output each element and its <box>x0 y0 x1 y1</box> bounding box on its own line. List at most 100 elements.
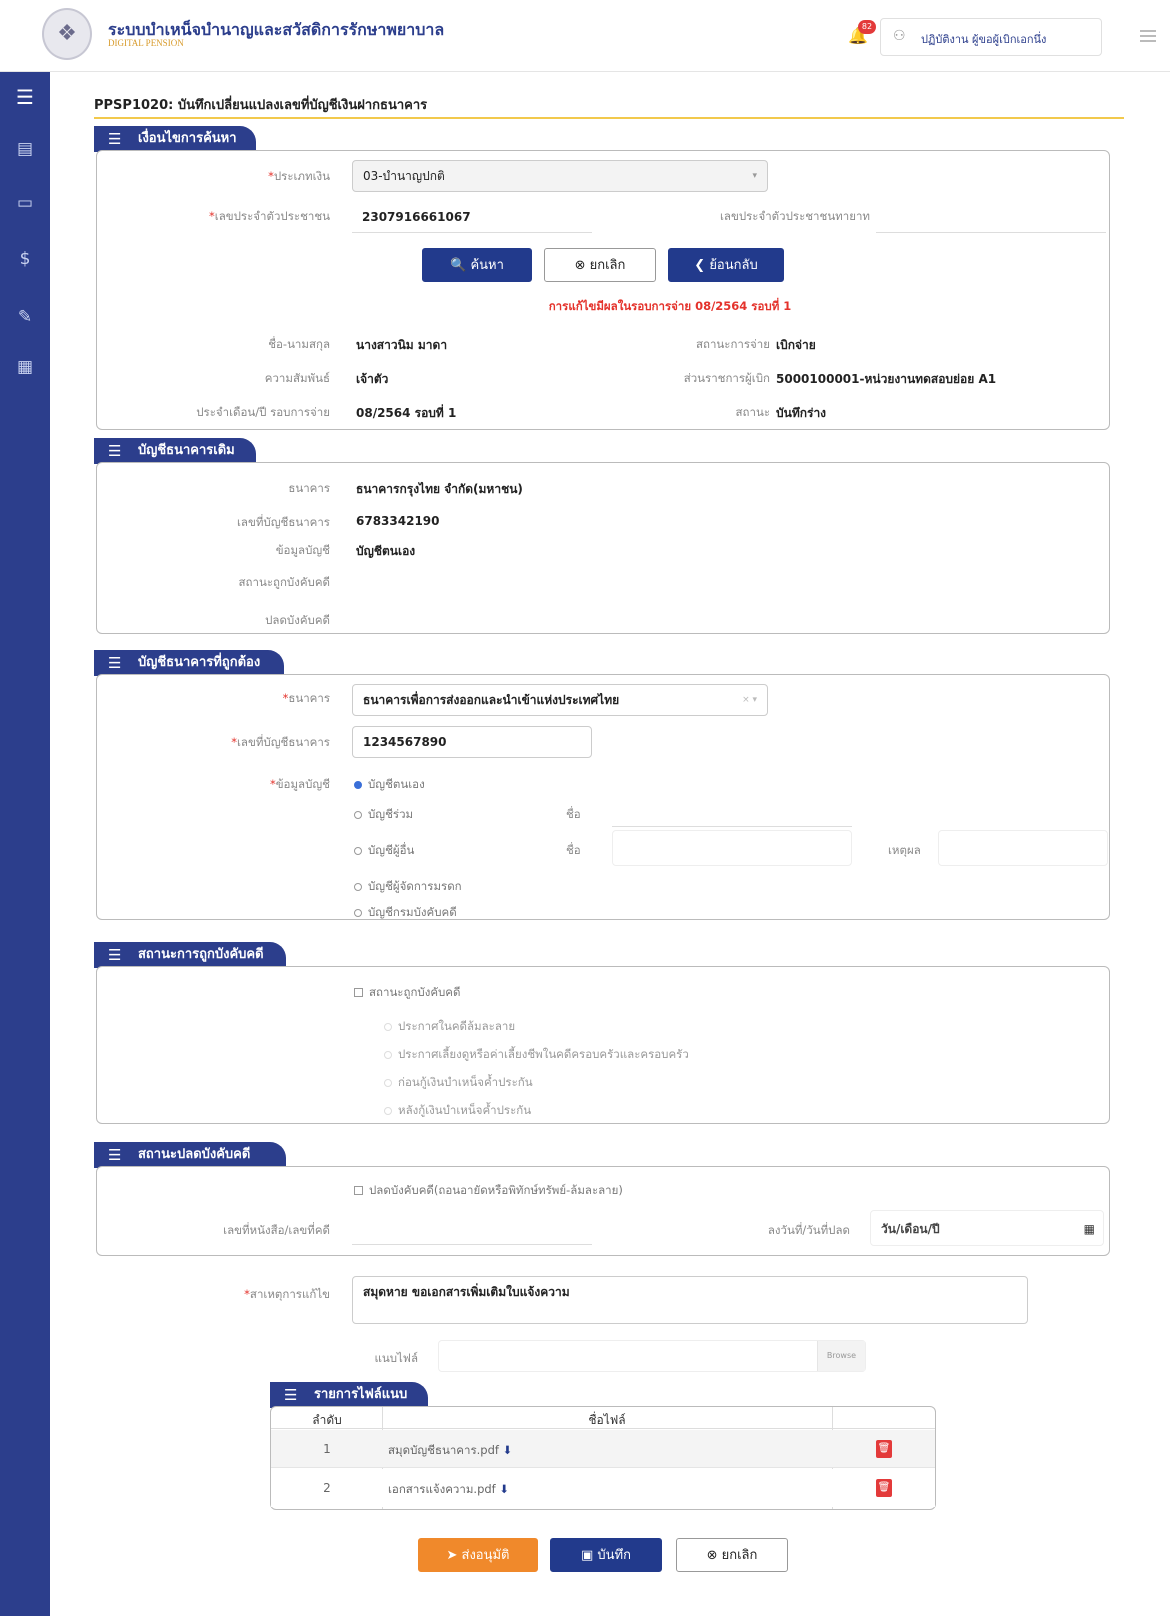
new-acc-type-label: *ข้อมูลบัญชี <box>269 777 330 791</box>
sidebar: ☰ ▤ ▭ $ ✎ ▦ <box>0 72 50 1616</box>
notification-badge: 82 <box>858 20 876 34</box>
list-icon: ☰ <box>108 1146 122 1164</box>
release-checkbox[interactable]: ปลดบังคับคดี(ถอนอายัดหรือพิทักษ์ทรัพย์-ล… <box>354 1182 623 1200</box>
enforce-checkbox[interactable]: สถานะถูกบังคับคดี <box>354 984 460 1002</box>
pay-status-label: สถานะการจ่าย <box>695 337 770 351</box>
search-button[interactable]: 🔍 ค้นหา <box>422 248 532 282</box>
list-icon: ☰ <box>108 946 122 964</box>
enforce-opt-2[interactable]: ประกาศเลี้ยงดูหรือค่าเลี้ยงชีพในคดีครอบค… <box>384 1046 689 1064</box>
browse-button[interactable]: Browse <box>817 1341 865 1371</box>
list-icon: ☰ <box>108 442 122 460</box>
radio-enforce[interactable]: บัญชีกรมบังคับคดี <box>354 904 457 922</box>
type-select[interactable]: 03-บำนาญปกติ ▾ <box>352 160 768 192</box>
old-enforce-label: สถานะถูกบังคับคดี <box>238 575 330 589</box>
cancel-button[interactable]: ⊗ ยกเลิก <box>676 1538 788 1572</box>
other-name-label: ชื่อ <box>566 843 581 857</box>
user-menu[interactable]: ⚇ ปฏิบัติงาน ผู้ขอผู้เบิกเอกนึ่ง <box>880 18 1102 56</box>
page-title: PPSP1020: บันทึกเปลี่ยนแปลงเลขที่บัญชีเง… <box>94 98 428 113</box>
date-label: ลงวันที่/วันที่ปลด <box>767 1223 850 1237</box>
file-input[interactable]: Browse <box>438 1340 866 1372</box>
enforce-opt-4[interactable]: หลังกู้เงินบำเหน็จค้ำประกัน <box>384 1102 531 1120</box>
save-icon: ▣ <box>580 1548 598 1563</box>
old-bank-label: ธนาคาร <box>288 481 330 495</box>
list-icon: ☰ <box>284 1386 298 1404</box>
unit-value: 5000100001-หน่วยงานทดสอบย่อย A1 <box>776 372 997 386</box>
card-icon[interactable]: ▭ <box>12 190 38 216</box>
old-acc-type-label: ข้อมูลบัญชี <box>275 543 330 557</box>
old-release-label: ปลดบังคับคดี <box>265 613 330 627</box>
list-icon: ☰ <box>108 654 122 672</box>
old-bank-section-header: ☰ บัญชีธนาคารเดิม <box>94 438 256 464</box>
type-label: *ประเภทเงิน <box>268 169 330 183</box>
joint-name-label: ชื่อ <box>566 807 581 821</box>
id-underline <box>352 232 592 233</box>
dashboard-icon[interactable]: ▤ <box>12 136 38 162</box>
document-icon[interactable]: ✎ <box>12 304 38 330</box>
pay-status-value: เบิกจ่าย <box>776 338 816 352</box>
title-underline <box>94 117 1124 119</box>
enforce-opt-3[interactable]: ก่อนกู้เงินบำเหน็จค้ำประกัน <box>384 1074 533 1092</box>
user-name: ปฏิบัติงาน ผู้ขอผู้เบิกเอกนึ่ง <box>921 33 1047 46</box>
enforce-section-header: ☰ สถานะการถูกบังคับคดี <box>94 942 286 968</box>
enforce-opt-1[interactable]: ประกาศในคดีล้มละลาย <box>384 1018 515 1036</box>
download-icon[interactable]: ⬇ <box>499 1482 509 1496</box>
col-name-header: ชื่อไฟล์ <box>588 1413 626 1427</box>
checkbox-box <box>354 988 363 997</box>
radio-self[interactable]: บัญชีตนเอง <box>354 776 425 794</box>
period-notice: การแก้ไขมีผลในรอบการจ่าย 08/2564 รอบที่ … <box>548 299 792 313</box>
radio-dot <box>384 1106 392 1115</box>
new-acc-label: *เลขที่บัญชีธนาคาร <box>231 735 330 749</box>
search-icon: 🔍 <box>450 258 471 273</box>
submit-approve-button[interactable]: ➤ ส่งอนุมัติ <box>418 1538 538 1572</box>
radio-dot <box>354 780 362 789</box>
back-button[interactable]: ❮ ย้อนกลับ <box>668 248 784 282</box>
name-value: นางสาวนิม มาดา <box>356 338 448 352</box>
save-button[interactable]: ▣ บันทึก <box>550 1538 662 1572</box>
doc-label: เลขที่หนังสือ/เลขที่คดี <box>223 1223 330 1237</box>
radio-dot <box>354 810 362 819</box>
menu-icon[interactable] <box>1140 30 1156 42</box>
new-acc-input[interactable]: 1234567890 <box>352 726 592 758</box>
reason-label: *สาเหตุการแก้ไข <box>244 1287 330 1301</box>
new-bank-label: *ธนาคาร <box>282 691 330 705</box>
calendar-icon[interactable]: ▦ <box>1084 1211 1095 1247</box>
row-no: 1 <box>323 1442 331 1456</box>
money-icon[interactable]: $ <box>12 246 38 272</box>
doc-field[interactable] <box>352 1244 592 1245</box>
file-link[interactable]: เอกสารแจ้งความ.pdf ⬇ <box>388 1481 509 1499</box>
id-label: *เลขประจำตัวประชาชน <box>209 209 330 223</box>
radio-other[interactable]: บัญชีผู้อื่น <box>354 842 414 860</box>
heir-id-field[interactable] <box>876 232 1106 233</box>
app-subtitle: DIGITAL PENSION <box>108 38 184 48</box>
file-link[interactable]: สมุดบัญชีธนาคาร.pdf ⬇ <box>388 1442 512 1460</box>
status-value: บันทึกร่าง <box>776 406 827 420</box>
date-input[interactable]: วัน/เดือน/ปี ▦ <box>870 1210 1104 1246</box>
radio-dot <box>384 1022 392 1031</box>
logo: ❖ <box>42 8 92 60</box>
new-bank-select[interactable]: ธนาคารเพื่อการส่งออกและนำเข้าแห่งประเทศไ… <box>352 684 768 716</box>
radio-estate[interactable]: บัญชีผู้จัดการมรดก <box>354 878 462 896</box>
reason-other-input[interactable] <box>938 830 1108 866</box>
list-icon: ☰ <box>108 130 122 148</box>
cancel-search-button[interactable]: ⊗ ยกเลิก <box>544 248 656 282</box>
joint-name-field[interactable] <box>612 826 852 827</box>
old-acc-label: เลขที่บัญชีธนาคาร <box>237 515 330 529</box>
send-icon: ➤ <box>446 1548 462 1563</box>
chevron-left-icon: ❮ <box>694 258 710 273</box>
radio-dot <box>384 1050 392 1059</box>
user-icon: ⚇ <box>893 28 906 44</box>
name-label: ชื่อ-นามสกุล <box>268 337 330 351</box>
status-label: สถานะ <box>735 405 770 419</box>
close-icon: ⊗ <box>706 1548 722 1563</box>
row-no: 2 <box>323 1481 331 1495</box>
reason-textarea[interactable]: สมุดหาย ขอเอกสารเพิ่มเติมใบแจ้งความ <box>352 1276 1028 1324</box>
hamburger-icon[interactable]: ☰ <box>12 84 38 110</box>
delete-icon[interactable]: 🗑 <box>876 1440 892 1458</box>
delete-icon[interactable]: 🗑 <box>876 1479 892 1497</box>
top-bar: ❖ ระบบบำเหน็จบำนาญและสวัสดิการรักษาพยาบา… <box>0 0 1170 72</box>
report-icon[interactable]: ▦ <box>12 354 38 380</box>
radio-joint[interactable]: บัญชีร่วม <box>354 806 413 824</box>
other-name-input[interactable] <box>612 830 852 866</box>
download-icon[interactable]: ⬇ <box>503 1443 513 1457</box>
old-acc-value: 6783342190 <box>356 514 440 528</box>
